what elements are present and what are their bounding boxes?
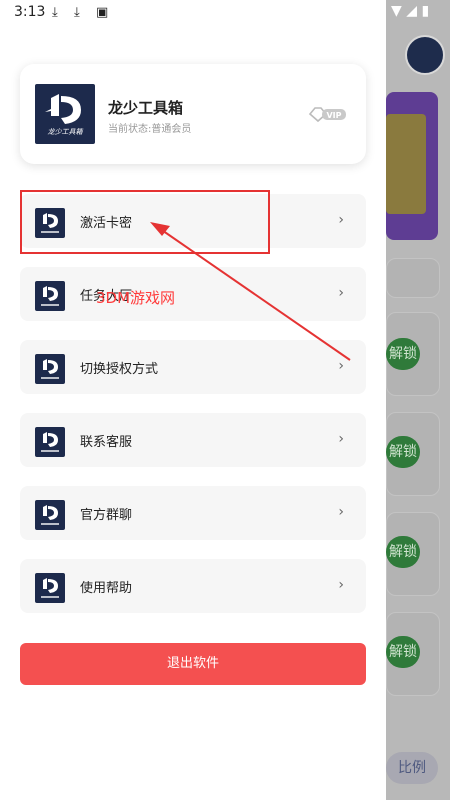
battery-icon: ▮ [421, 3, 430, 19]
background-unlock-pill: 解锁 [386, 636, 420, 668]
chevron-right-icon: › [338, 431, 344, 447]
wifi-icon: ▼ [391, 3, 402, 19]
menu-item-official-group[interactable]: 官方群聊 › [20, 486, 366, 540]
chevron-right-icon: › [338, 285, 344, 301]
download-icon: ⤓ [52, 5, 58, 20]
background-app: 解锁 解锁 解锁 解锁 比例 [386, 0, 450, 800]
background-avatar [405, 35, 445, 75]
app-notification-icon: ▣ [96, 5, 109, 20]
svg-text:VIP: VIP [326, 111, 341, 120]
background-card [386, 258, 440, 298]
download-icon: ⤓ [74, 5, 80, 20]
menu-logo-icon [35, 573, 65, 603]
menu-item-label: 切换授权方式 [80, 362, 159, 377]
chevron-right-icon: › [338, 212, 344, 228]
menu-item-switch-auth[interactable]: 切换授权方式 › [20, 340, 366, 394]
profile-card[interactable]: 龙少工具箱 龙少工具箱 当前状态:普通会员 VIP [20, 64, 366, 164]
background-ratio-button: 比例 [386, 752, 438, 784]
logout-button[interactable]: 退出软件 [20, 643, 366, 685]
menu-item-help[interactable]: 使用帮助 › [20, 559, 366, 613]
watermark: 3DM游戏网 [96, 289, 176, 307]
chevron-right-icon: › [338, 577, 344, 593]
menu-logo-icon [35, 354, 65, 384]
menu-item-task-hall[interactable]: 任务大厅 › [20, 267, 366, 321]
status-time: 3:13 [14, 4, 46, 20]
menu-logo-icon [35, 427, 65, 457]
status-bar: 3:13 ⤓ ⤓ ▣ [0, 0, 386, 26]
chevron-right-icon: › [338, 504, 344, 520]
annotation-highlight-box [20, 190, 270, 254]
background-unlock-pill: 解锁 [386, 436, 420, 468]
menu-item-contact-support[interactable]: 联系客服 › [20, 413, 366, 467]
chevron-right-icon: › [338, 358, 344, 374]
app-logo-icon: 龙少工具箱 [35, 84, 95, 144]
menu-logo-icon [35, 500, 65, 530]
menu-item-label: 使用帮助 [80, 581, 133, 596]
app-name: 龙少工具箱 [108, 99, 184, 117]
vip-badge-icon: VIP [308, 107, 346, 123]
membership-status: 当前状态:普通会员 [108, 124, 192, 135]
signal-icon: ◢ [406, 3, 418, 19]
background-unlock-pill: 解锁 [386, 536, 420, 568]
background-unlock-pill: 解锁 [386, 338, 420, 370]
menu-logo-icon [35, 281, 65, 311]
system-icons: ▼ ◢ ▮ [391, 3, 429, 19]
menu-item-label: 官方群聊 [80, 508, 133, 523]
menu-item-label: 联系客服 [80, 435, 133, 450]
side-drawer: 3:13 ⤓ ⤓ ▣ 龙少工具箱 龙少工具箱 当前状态:普通会员 VIP 激活卡… [0, 0, 386, 800]
background-banner [386, 92, 438, 240]
svg-text:龙少工具箱: 龙少工具箱 [48, 128, 84, 136]
